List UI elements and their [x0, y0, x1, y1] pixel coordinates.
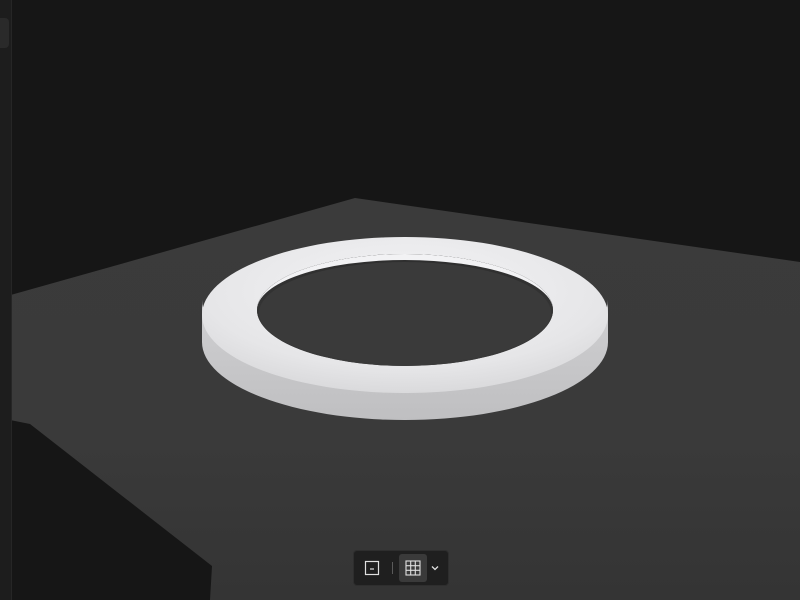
grid-view-button[interactable]	[399, 554, 427, 582]
panel-toggle-tab[interactable]	[0, 18, 9, 48]
toolbar-separator	[392, 562, 393, 574]
ring-object[interactable]	[202, 237, 608, 420]
view-options-dropdown[interactable]	[427, 554, 443, 582]
3d-viewport[interactable]	[0, 0, 800, 600]
single-view-button[interactable]	[358, 554, 386, 582]
grid-view-icon	[405, 560, 421, 576]
left-side-panel[interactable]	[0, 0, 12, 600]
3d-scene[interactable]	[0, 0, 800, 600]
single-view-icon	[364, 560, 380, 576]
view-toolbar	[353, 550, 449, 586]
chevron-down-icon	[431, 566, 439, 571]
